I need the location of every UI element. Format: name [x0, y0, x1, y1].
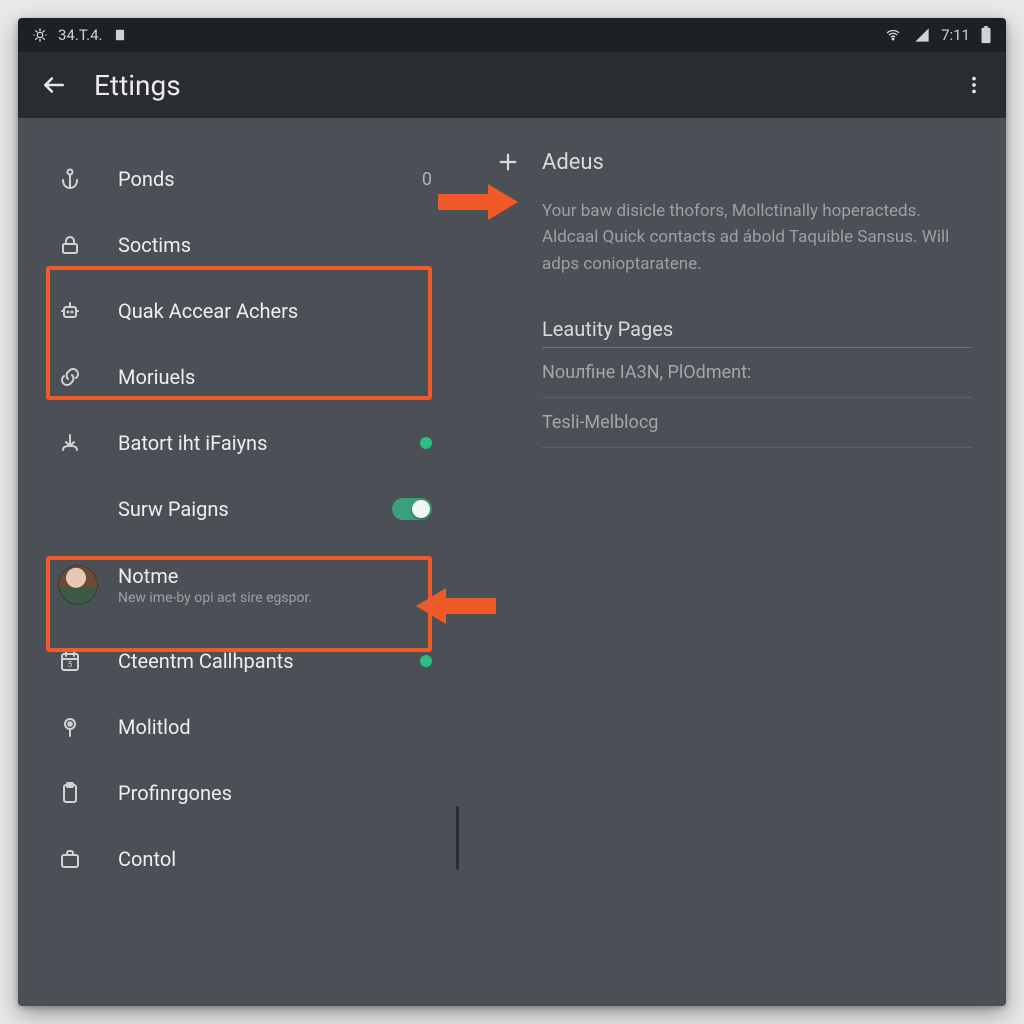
status-left-text: 34.T.4.: [58, 26, 103, 44]
sidebar-item-notme[interactable]: Notme New ime-by opi act sire egspor.: [18, 542, 456, 628]
sidebar-item-ponds[interactable]: Ponds 0: [18, 146, 456, 212]
toggle-switch[interactable]: [392, 498, 432, 520]
sidebar-item-cteentm[interactable]: 5 Cteentm Callhpants: [18, 628, 456, 694]
link-icon: [58, 365, 118, 389]
debug-icon: [32, 27, 48, 43]
sidebar-item-trailing: 0: [422, 169, 432, 190]
app-bar: Ettings: [18, 52, 1006, 118]
sidebar-item-label: Notme: [118, 564, 432, 588]
sidebar-item-label: Soctims: [118, 233, 432, 257]
pin-icon: [58, 715, 118, 739]
lock-icon: [58, 233, 118, 257]
settings-sidebar: Ponds 0 Soctims Quak Accear Achers M: [18, 118, 456, 1006]
sidebar-item-label: Profinrgones: [118, 781, 432, 805]
sidebar-item-batort[interactable]: Batort iht iFaiyns: [18, 410, 456, 476]
list-item-label: Nouлfiнe IA3N, PlOdment:: [542, 362, 751, 383]
add-adeus-button[interactable]: Adeus: [494, 136, 978, 188]
status-dot-icon: [420, 655, 432, 667]
signal-icon: [913, 27, 931, 43]
briefcase-icon: [58, 847, 118, 871]
list-item[interactable]: Nouлfiнe IA3N, PlOdment:: [542, 348, 972, 398]
sidebar-item-label: Moriuels: [118, 365, 432, 389]
plus-icon: [494, 151, 522, 173]
back-button[interactable]: [32, 63, 76, 107]
sidebar-item-quick-access[interactable]: Quak Accear Achers: [18, 278, 456, 344]
section-title: Leautity Pages: [542, 317, 972, 348]
sidebar-item-label: Molitlod: [118, 715, 432, 739]
sidebar-item-label: Ponds: [118, 167, 422, 191]
status-bar: 34.T.4. 7:11: [18, 18, 1006, 52]
section-description: Your baw disicle thofors, Mollctinally h…: [542, 198, 972, 277]
sidebar-item-soctims[interactable]: Soctims: [18, 212, 456, 278]
status-time: 7:11: [941, 26, 970, 44]
wifi-icon: [883, 27, 903, 43]
sidebar-item-contol[interactable]: Contol: [18, 826, 456, 892]
detail-pane: Adeus Your baw disicle thofors, Mollctin…: [456, 118, 1006, 1006]
arrow-left-icon: [41, 72, 67, 98]
robot-icon: [58, 299, 118, 323]
sidebar-item-label: Surw Paigns: [118, 497, 392, 521]
sidebar-item-sublabel: New ime-by opi act sire egspor.: [118, 590, 432, 607]
sidebar-item-label: Quak Accear Achers: [118, 299, 432, 323]
download-icon: [58, 431, 118, 455]
more-vertical-icon: [963, 74, 985, 96]
list-item-label: Tesli-Melblocg: [542, 412, 658, 433]
add-label: Adeus: [542, 150, 604, 175]
sidebar-item-label: Cteentm Callhpants: [118, 649, 420, 673]
battery-icon: [980, 26, 992, 44]
sidebar-item-label: Batort iht iFaiyns: [118, 431, 420, 455]
calendar-icon: 5: [58, 649, 118, 673]
anchor-icon: [58, 167, 118, 191]
sidebar-item-label: Contol: [118, 847, 432, 871]
overflow-menu-button[interactable]: [952, 63, 996, 107]
status-dot-icon: [420, 437, 432, 449]
device-frame: 34.T.4. 7:11 Ettings: [18, 18, 1006, 1006]
sidebar-item-surw-paigns[interactable]: Surw Paigns: [18, 476, 456, 542]
clipboard-icon: [58, 781, 118, 805]
avatar: [58, 565, 118, 605]
sidebar-item-profinrgones[interactable]: Profinrgones: [18, 760, 456, 826]
svg-text:5: 5: [68, 660, 73, 669]
sidebar-item-moriuels[interactable]: Moriuels: [18, 344, 456, 410]
sidebar-item-molitlod[interactable]: Molitlod: [18, 694, 456, 760]
list-item[interactable]: Tesli-Melblocg: [542, 398, 972, 448]
pane-divider: [456, 806, 459, 870]
sim-icon: [113, 27, 127, 43]
page-title: Ettings: [94, 69, 181, 102]
